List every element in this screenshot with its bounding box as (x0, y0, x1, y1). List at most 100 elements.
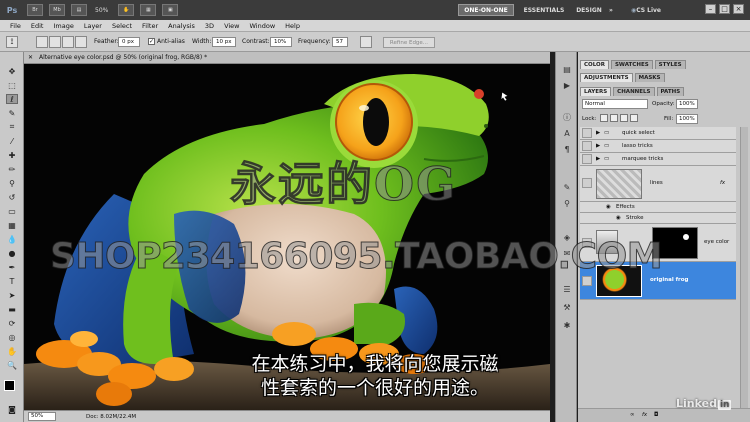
visibility-toggle-icon[interactable] (582, 128, 592, 138)
menu-analysis[interactable]: Analysis (168, 22, 195, 30)
move-tool-icon[interactable]: ✥ (6, 66, 18, 76)
workspace-one-on-one[interactable]: ONE-ON-ONE (458, 4, 514, 16)
blur-tool-icon[interactable]: 💧 (6, 234, 18, 244)
expand-arrow-icon[interactable]: ▶ (596, 156, 600, 162)
3d-rotate-tool-icon[interactable]: ⟳ (6, 318, 18, 328)
close-document-icon[interactable]: ✕ (28, 54, 33, 61)
tab-styles[interactable]: STYLES (654, 60, 686, 69)
feather-input[interactable]: 0 px (118, 37, 140, 47)
tab-swatches[interactable]: SWATCHES (610, 60, 653, 69)
bridge-button[interactable]: Br (27, 4, 43, 16)
tab-masks[interactable]: MASKS (634, 73, 665, 82)
document-size-info[interactable]: Doc: 8.02M/22.4M (86, 414, 136, 420)
animation-panel-icon[interactable]: ☰ (561, 284, 573, 295)
tab-color[interactable]: COLOR (580, 60, 609, 69)
actions-panel-icon[interactable]: ▶ (561, 80, 573, 91)
maximize-button[interactable]: □ (719, 4, 730, 14)
new-selection-icon[interactable] (36, 36, 48, 48)
lasso-tool-icon[interactable]: ℓ (6, 94, 18, 104)
subtract-selection-icon[interactable] (62, 36, 74, 48)
status-zoom-input[interactable]: 50% (28, 412, 56, 421)
clone-source-panel-icon[interactable]: ⚲ (561, 198, 573, 209)
width-input[interactable]: 10 px (212, 37, 236, 47)
eraser-tool-icon[interactable]: ▭ (6, 206, 18, 216)
lock-position-icon[interactable] (620, 114, 628, 122)
history-brush-tool-icon[interactable]: ↺ (6, 192, 18, 202)
view-extras-button[interactable]: ▤ (71, 4, 87, 16)
blend-mode-dropdown[interactable]: Normal (582, 99, 648, 109)
tab-paths[interactable]: PATHS (656, 87, 685, 96)
intersect-selection-icon[interactable] (75, 36, 87, 48)
tool-presets-panel-icon[interactable]: ⚒ (561, 302, 573, 313)
stroke-effect-row[interactable]: ◉ Stroke (580, 213, 736, 224)
tablet-pressure-icon[interactable] (360, 36, 372, 48)
clone-stamp-tool-icon[interactable]: ⚲ (6, 178, 18, 188)
foreground-color-swatch[interactable] (4, 380, 15, 391)
add-mask-icon[interactable]: ◘ (654, 412, 658, 418)
close-button[interactable]: × (733, 4, 744, 14)
lock-pixels-icon[interactable] (610, 114, 618, 122)
quick-select-tool-icon[interactable]: ✎ (6, 108, 18, 118)
healing-brush-tool-icon[interactable]: ✚ (6, 150, 18, 160)
path-selection-tool-icon[interactable]: ➤ (6, 290, 18, 300)
frequency-input[interactable]: 57 (332, 37, 348, 47)
type-tool-icon[interactable]: T (6, 276, 18, 286)
tab-adjustments[interactable]: ADJUSTMENTS (580, 73, 633, 82)
layer-marquee-tricks[interactable]: ▶ ▭ marquee tricks (580, 153, 736, 166)
layers-scrollbar[interactable] (740, 127, 748, 408)
3d-orbit-tool-icon[interactable]: ◎ (6, 332, 18, 342)
opacity-input[interactable]: 100% (676, 99, 698, 109)
layer-style-icon[interactable]: fx (642, 412, 647, 418)
brush-panel-icon[interactable]: ✎ (561, 182, 573, 193)
antialias-checkbox[interactable]: ✓ (148, 38, 155, 45)
menu-file[interactable]: File (10, 22, 21, 30)
menu-layer[interactable]: Layer (84, 22, 102, 30)
visibility-toggle-icon[interactable] (582, 154, 592, 164)
visibility-toggle-icon[interactable] (582, 276, 592, 286)
lock-all-icon[interactable] (630, 114, 638, 122)
paragraph-panel-icon[interactable]: ¶ (561, 144, 573, 155)
menu-3d[interactable]: 3D (205, 22, 214, 30)
menu-image[interactable]: Image (53, 22, 73, 30)
refine-edge-button[interactable]: Refine Edge... (383, 37, 435, 48)
history-panel-icon[interactable]: ▤ (561, 64, 573, 75)
layer-quick-select[interactable]: ▶ ▭ quick select (580, 127, 736, 140)
menu-select[interactable]: Select (112, 22, 132, 30)
fill-input[interactable]: 100% (676, 114, 698, 124)
visibility-toggle-icon[interactable] (582, 178, 592, 188)
zoom-level-dropdown[interactable]: 50% (95, 7, 108, 14)
menu-view[interactable]: View (224, 22, 239, 30)
cs-live-button[interactable]: ◉ CS Live (628, 4, 664, 16)
shape-tool-icon[interactable]: ▬ (6, 304, 18, 314)
expand-arrow-icon[interactable]: ▶ (596, 130, 600, 136)
visibility-toggle-icon[interactable] (582, 141, 592, 151)
tab-layers[interactable]: LAYERS (580, 87, 612, 96)
brush-tool-icon[interactable]: ✏ (6, 164, 18, 174)
layer-lines[interactable]: lines fx (580, 166, 736, 202)
contrast-input[interactable]: 10% (270, 37, 292, 47)
link-layers-icon[interactable]: ∞ (630, 412, 635, 418)
workspace-essentials[interactable]: ESSENTIALS (520, 4, 568, 16)
lock-transparency-icon[interactable] (600, 114, 608, 122)
crop-tool-icon[interactable]: ⌗ (6, 122, 18, 132)
marquee-tool-icon[interactable]: ⬚ (6, 80, 18, 90)
character-panel-icon[interactable]: A (561, 128, 573, 139)
expand-arrow-icon[interactable]: ▶ (596, 143, 600, 149)
document-tab[interactable]: ✕ Alternative eye color.psd @ 50% (origi… (24, 52, 550, 64)
tab-channels[interactable]: CHANNELS (613, 87, 655, 96)
dodge-tool-icon[interactable]: ● (6, 248, 18, 258)
menu-help[interactable]: Help (285, 22, 300, 30)
layer-lasso-tricks[interactable]: ▶ ▭ lasso tricks (580, 140, 736, 153)
mini-bridge-button[interactable]: Mb (49, 4, 65, 16)
pen-tool-icon[interactable]: ✒ (6, 262, 18, 272)
minimize-button[interactable]: – (705, 4, 716, 14)
menu-filter[interactable]: Filter (142, 22, 158, 30)
add-to-selection-icon[interactable] (49, 36, 61, 48)
effects-row[interactable]: ◉ Effects (580, 202, 736, 213)
menu-window[interactable]: Window (250, 22, 276, 30)
navigator-panel-icon[interactable]: ✱ (561, 320, 573, 331)
eyedropper-tool-icon[interactable]: ⁄ (6, 136, 18, 146)
menu-edit[interactable]: Edit (31, 22, 44, 30)
screen-mode-button[interactable]: ▣ (162, 4, 179, 16)
quick-mask-icon[interactable]: ◙ (6, 404, 18, 414)
